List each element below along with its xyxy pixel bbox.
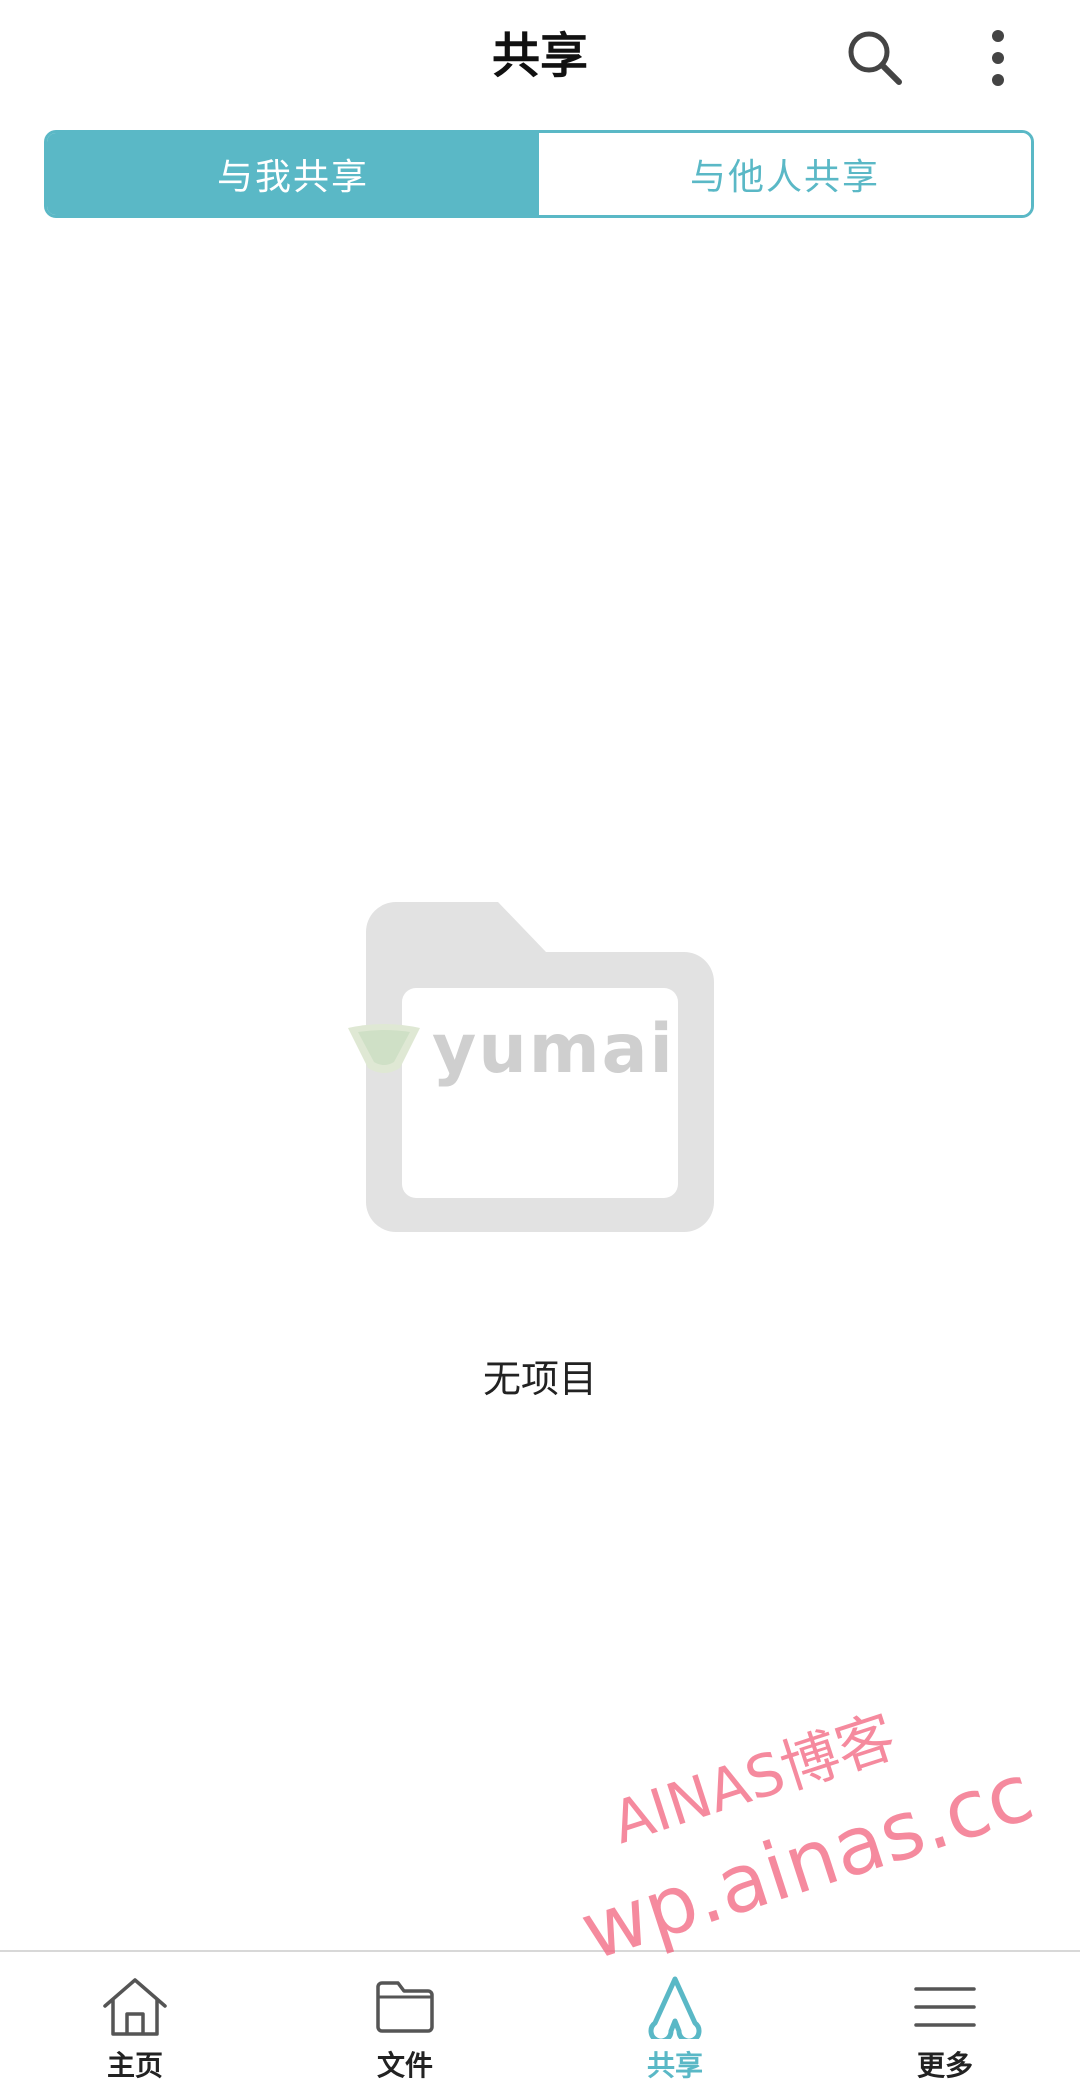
- yumai-logo-icon: [348, 1024, 420, 1073]
- menu-icon: [914, 1987, 976, 2027]
- bottom-navigation: 主页 文件 共享 更多: [0, 1950, 1080, 2092]
- search-button[interactable]: [835, 18, 915, 98]
- page-title: 共享: [491, 28, 588, 84]
- nav-item-files[interactable]: 文件: [270, 1952, 540, 2092]
- tab-shared-with-others[interactable]: 与他人共享: [539, 133, 1031, 215]
- nav-label-more: 更多: [916, 2049, 973, 2082]
- watermark-line-1: AINAS博客: [604, 1701, 904, 1858]
- nav-item-home[interactable]: 主页: [0, 1952, 270, 2092]
- yumai-logo-text: yumai: [432, 1010, 675, 1089]
- nav-item-more[interactable]: 更多: [810, 1952, 1080, 2092]
- nav-item-share[interactable]: 共享: [540, 1952, 810, 2092]
- empty-state-label: 无项目: [482, 1357, 597, 1401]
- watermark-line-2: wp.ainas.cc: [570, 1745, 1044, 1979]
- empty-state-illustration: yumai: [348, 902, 714, 1232]
- nav-label-home: 主页: [106, 2049, 163, 2082]
- top-app-bar: 共享: [0, 0, 1080, 112]
- more-options-button[interactable]: [958, 18, 1038, 98]
- share-icon: [648, 1976, 702, 2039]
- search-icon: [848, 31, 902, 85]
- share-tabs: 与我共享 与他人共享: [44, 130, 1034, 218]
- tab-shared-with-me[interactable]: 与我共享: [47, 133, 539, 215]
- folder-icon: [376, 1981, 434, 2033]
- nav-label-share: 共享: [646, 2049, 703, 2082]
- nav-label-files: 文件: [376, 2049, 433, 2082]
- home-icon: [103, 1978, 167, 2036]
- more-vertical-icon: [992, 30, 1004, 86]
- share-screen: 共享 与我共享 与他人共享 yumai 无项目 主页 文件 共享 更多 AINA…: [0, 0, 1080, 2092]
